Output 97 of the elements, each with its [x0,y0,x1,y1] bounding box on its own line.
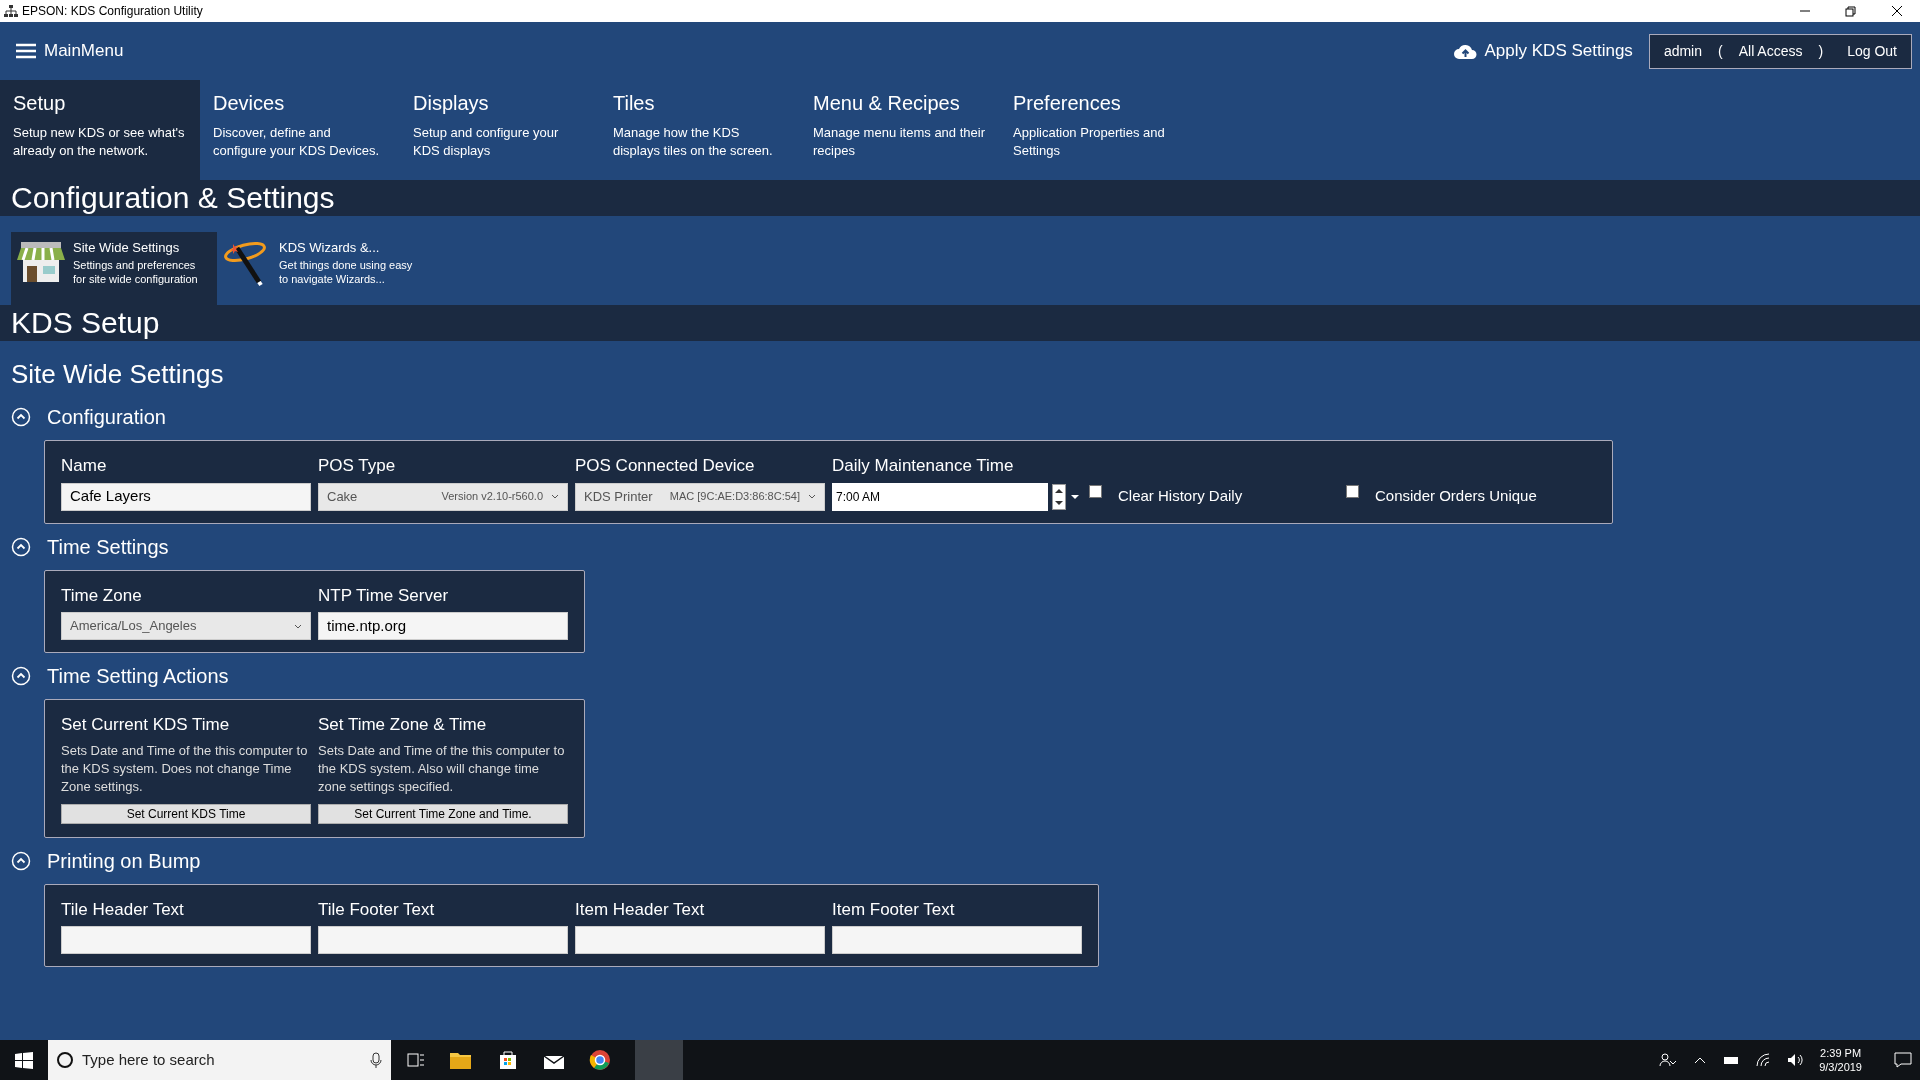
content-title: Site Wide Settings [11,358,225,391]
nav-tab-description: Application Properties and Settings [1013,124,1166,161]
section-title: Printing on Bump [47,848,201,874]
section-band-title: KDS Setup [0,305,1920,341]
toolbar-tile[interactable]: Site Wide Settings Settings and preferences for site wide configuration [11,232,217,305]
search-icon [56,1051,74,1069]
role-text: All Access [1738,41,1803,61]
collapse-icon[interactable] [11,666,31,686]
field-label: Daily Maintenance Time [832,455,1015,477]
collapse-icon[interactable] [11,536,31,557]
toolbar-tile-title: KDS Wizards &... [279,239,381,257]
checkbox[interactable] [1089,485,1102,498]
text-field[interactable]: time.ntp.org [318,612,568,640]
nav-tab-title: Devices [213,91,286,116]
clock-date: 9/3/2019 [1819,1060,1862,1075]
action-button[interactable]: Set Current KDS Time [61,803,311,824]
chevron-down-icon [551,493,559,500]
paren-text: ) [1818,41,1824,61]
chevron-down-icon [294,622,302,630]
nav-tab-title: Preferences [1013,91,1122,116]
nav-tab[interactable]: Devices Discover, define and configure your KDS Devices. [200,80,400,180]
window-title: EPSON: KDS Configuration Utility [22,3,203,20]
field-label: Time Zone [61,584,143,607]
text-field[interactable] [318,926,568,954]
toolbar-tile-description: Settings and preferences for site wide configuration [73,257,199,287]
action-description: Sets Date and Time of the this computer to the KDS system. Does not change Time Zone settings. [61,741,309,796]
section-title: Time Setting Actions [47,664,229,689]
nav-tab-description: Discover, define and configure your KDS Devices. [213,124,381,161]
text-field[interactable] [575,926,825,954]
nav-tab-title: Menu & Recipes [813,91,961,116]
nav-tab[interactable]: Menu & Recipes Manage menu items and their recipes [800,80,1000,180]
notification-icon[interactable] [1894,1051,1912,1069]
main-menu-button[interactable]: MainMenu [16,38,124,64]
dropdown-arrow-icon[interactable] [1070,492,1080,501]
shopping-bag-icon[interactable] [497,1049,519,1071]
people-icon[interactable] [1659,1052,1678,1068]
field-label: POS Connected Device [575,455,756,477]
close-icon[interactable] [1890,5,1904,17]
field-label: Item Footer Text [832,898,956,921]
field-label: NTP Time Server [318,584,450,607]
action-description: Sets Date and Time of the this computer to the KDS system. Also will change time zone settings specified. [318,741,566,796]
field-label: POS Type [318,455,397,477]
section-title: Time Settings [47,534,169,560]
restore-icon[interactable] [1844,5,1858,17]
user-name: admin [1663,41,1702,61]
toolbar-tile-title: Site Wide Settings [73,239,181,257]
menu-icon[interactable] [16,43,36,59]
spin-buttons-icon[interactable] [1052,483,1066,510]
dropdown[interactable]: America/Los_Angeles [61,612,311,640]
nav-tab[interactable]: Displays Setup and configure your KDS displays [400,80,600,180]
microphone-icon[interactable] [369,1051,383,1069]
text-field[interactable] [61,926,311,954]
nav-tab[interactable]: Setup Setup new KDS or see what's already on the network. [0,80,200,180]
task-view-icon[interactable] [407,1052,425,1068]
volume-icon[interactable] [1787,1052,1804,1068]
apply-settings-button[interactable]: Apply KDS Settings [1452,38,1633,64]
field-label: Tile Header Text [61,898,185,921]
toolbar-tile-description: Get things done using easy to navigate Wizards... [279,257,414,287]
nav-tab-description: Setup new KDS or see what's already on the network. [13,124,186,161]
field-label: Tile Footer Text [318,898,436,921]
chevron-up-icon[interactable] [1693,1055,1708,1065]
nav-tab-title: Setup [13,91,67,116]
action-title: Set Time Zone & Time [318,714,488,736]
nav-tab-title: Displays [413,91,490,116]
search-field[interactable]: Type here to search [48,1040,391,1080]
nav-tab-title: Tiles [613,91,656,116]
windows-start-icon[interactable] [15,1051,33,1069]
checkbox-label: Consider Orders Unique [1375,486,1537,506]
action-button[interactable]: Set Current Time Zone and Time. [318,803,568,824]
clock-time: 2:39 PM [1819,1045,1862,1060]
network-icon[interactable] [1755,1052,1772,1068]
nav-tab-description: Manage menu items and their recipes [813,124,986,161]
section-title: Configuration [47,405,166,430]
nav-tab-description: Manage how the KDS displays tiles on the screen. [613,124,774,161]
toolbar-tile[interactable]: KDS Wizards &... Get things done using easy to navigate Wizards... [217,232,423,305]
browser-icon[interactable] [589,1049,611,1071]
text-field[interactable]: Cafe Layers [61,482,311,511]
paren-text: ( [1718,41,1723,61]
collapse-icon[interactable] [11,850,31,871]
app-icon [4,4,18,18]
collapse-icon[interactable] [11,407,31,427]
field-label: Item Header Text [575,898,706,921]
nav-tab[interactable]: Preferences Application Properties and Settings [1000,80,1200,180]
chevron-down-icon [808,493,816,500]
page-title: Configuration & Settings [0,180,1920,216]
nav-tab[interactable]: Tiles Manage how the KDS displays tiles on the screen. [600,80,800,180]
dropdown[interactable]: Cake Version v2.10-r560.0 [318,482,568,511]
checkbox-label: Clear History Daily [1118,486,1243,506]
time-field[interactable]: 7:00 AM [832,482,1048,511]
dropdown[interactable]: KDS Printer MAC [9C:AE:D3:86:8C:54] [575,482,825,511]
battery-icon [1723,1054,1740,1066]
text-field[interactable] [832,926,1082,954]
nav-tab-description: Setup and configure your KDS displays [413,124,560,161]
checkbox[interactable] [1346,485,1359,498]
field-label: Name [61,455,108,477]
action-title: Set Current KDS Time [61,714,231,736]
logout-link[interactable]: Log Out [1847,40,1897,62]
